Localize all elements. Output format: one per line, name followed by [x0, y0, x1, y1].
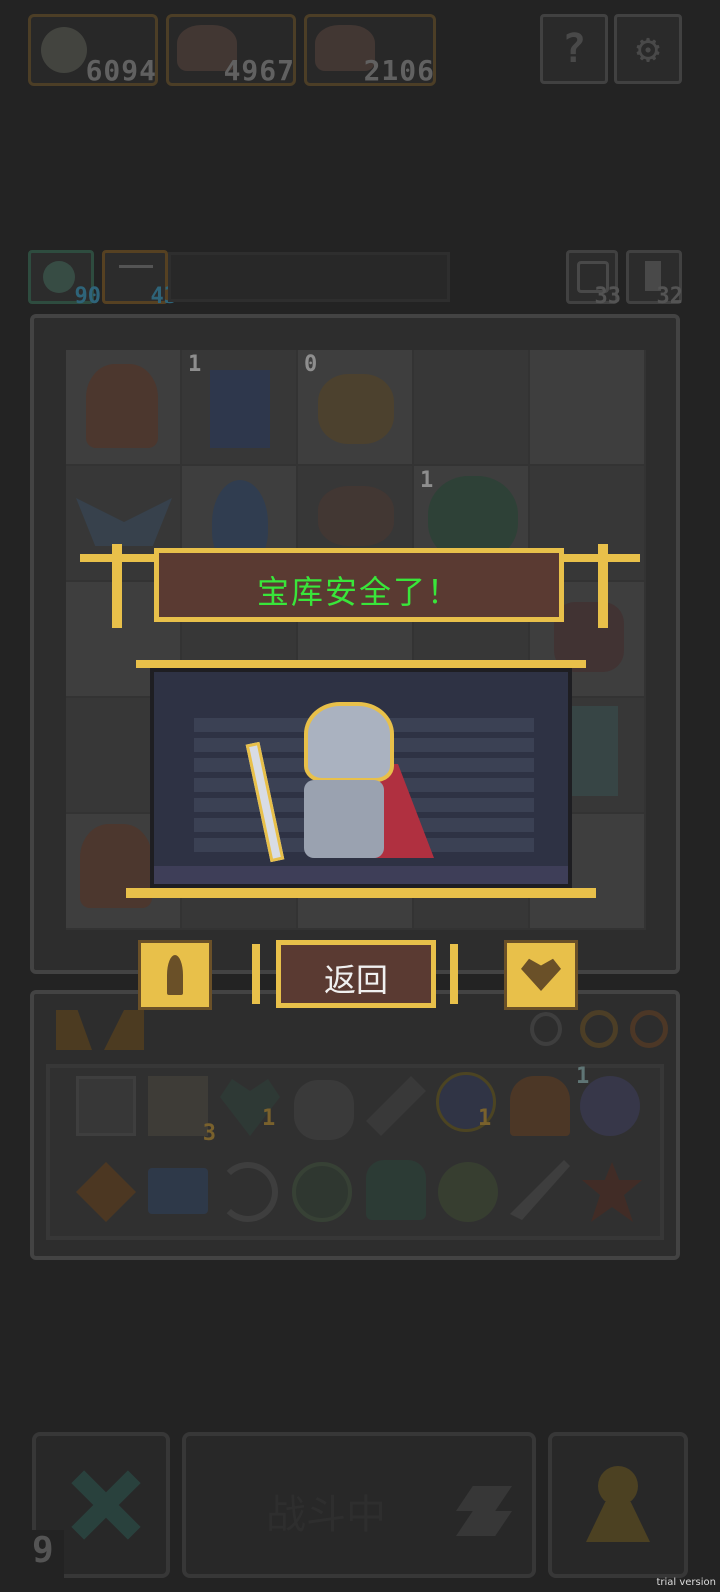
popup-image-frame	[126, 660, 596, 912]
back-label: 返回	[323, 961, 388, 999]
image-frame-rail	[136, 660, 586, 668]
title-banner-post	[598, 544, 608, 628]
key-button[interactable]	[138, 940, 212, 1010]
popup-title: 宝库安全了！	[256, 573, 461, 611]
knight-body	[304, 780, 384, 858]
knight-helmet	[304, 702, 394, 782]
back-button-post	[252, 944, 260, 1004]
watermark: trial version	[656, 1577, 716, 1588]
back-button-post	[450, 944, 458, 1004]
title-banner: 宝库安全了！	[154, 548, 564, 622]
keyhole-icon	[167, 955, 183, 995]
heart-icon	[521, 958, 561, 991]
stone-floor	[154, 866, 568, 884]
title-banner-post	[112, 544, 122, 628]
back-button[interactable]: 返回	[276, 940, 436, 1008]
heart-button[interactable]	[504, 940, 578, 1010]
image-frame-rail	[126, 888, 596, 898]
popup-title-frame: 宝库安全了！	[80, 544, 640, 630]
hero-scene	[150, 668, 572, 888]
